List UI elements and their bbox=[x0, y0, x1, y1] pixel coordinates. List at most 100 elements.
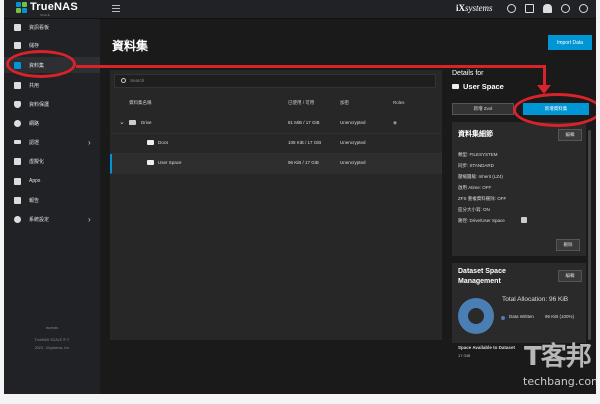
footer-version: TrueNAS SCALE ® © bbox=[34, 338, 70, 342]
footer-hostname: truenas bbox=[46, 326, 58, 330]
card-title-line1: Dataset Space bbox=[458, 268, 506, 275]
table-header: 資料集名稱 已使用 / 可用 加密 Roles bbox=[110, 98, 442, 110]
truenas-logo-icon bbox=[16, 2, 27, 13]
delete-button[interactable]: 刪除 bbox=[556, 239, 580, 251]
sidebar-item-label: 儲存 bbox=[29, 42, 40, 49]
column-header-roles[interactable]: Roles bbox=[393, 100, 405, 105]
folder-icon bbox=[147, 140, 154, 145]
copy-icon[interactable] bbox=[521, 217, 527, 223]
edit-button[interactable]: 編輯 bbox=[558, 129, 582, 141]
chevron-down-icon[interactable]: ⌄ bbox=[119, 118, 125, 126]
sidebar-item-reports[interactable]: 報告 bbox=[4, 192, 100, 208]
techbang-watermark: T客邦 bbox=[524, 342, 592, 372]
settings-icon[interactable] bbox=[561, 4, 570, 13]
key-icon bbox=[14, 140, 21, 144]
card-title: 資料集細節 bbox=[458, 131, 493, 138]
sidebar-item-apps[interactable]: Apps bbox=[4, 173, 100, 189]
sidebar-item-system-settings[interactable]: 系統設定 › bbox=[4, 211, 100, 227]
detail-case: 區分大小寫: ON bbox=[458, 207, 490, 212]
shares-icon bbox=[14, 81, 21, 89]
dataset-name: Docs bbox=[158, 140, 169, 145]
truecommand-icon[interactable] bbox=[507, 4, 516, 13]
detail-atime: 啟用 Atime: OFF bbox=[458, 185, 492, 190]
detail-path: 路徑: Drive/User Space bbox=[458, 218, 505, 223]
table-row[interactable]: User Space 96 KiB / 17 GiB Unencrypted bbox=[110, 154, 442, 174]
annotation-arrow-down bbox=[543, 65, 546, 87]
total-allocation: Total Allocation: 96 KiB bbox=[502, 296, 569, 303]
sidebar-item-label: 網路 bbox=[29, 120, 40, 127]
column-header-used[interactable]: 已使用 / 可用 bbox=[288, 100, 314, 106]
chevron-right-icon: › bbox=[88, 214, 91, 224]
sidebar-item-shares[interactable]: 共用 bbox=[4, 77, 100, 93]
power-icon[interactable] bbox=[579, 4, 588, 13]
sidebar-item-label: 報告 bbox=[29, 197, 40, 204]
top-icons bbox=[507, 4, 588, 13]
brand-sub: SCALE bbox=[40, 13, 50, 17]
sidebar-item-network[interactable]: 網路 bbox=[4, 115, 100, 131]
details-dataset-name: User Space bbox=[452, 82, 504, 91]
sidebar-item-credentials[interactable]: 認證 › bbox=[4, 134, 100, 150]
page-title: 資料集 bbox=[112, 39, 149, 53]
dataset-name: User Space bbox=[158, 160, 182, 165]
detail-type: 類型: FILESYSTEM bbox=[458, 152, 498, 157]
jobs-icon[interactable] bbox=[525, 4, 534, 13]
reports-icon bbox=[14, 196, 21, 204]
table-row[interactable]: ⌄ Drive 81 MiB / 17 GiB Unencrypted ◉ bbox=[110, 114, 442, 134]
annotation-arrow-line bbox=[76, 65, 546, 68]
annotation-ellipse-button bbox=[513, 93, 596, 127]
dataset-encryption: Unencrypted bbox=[340, 160, 366, 165]
sidebar-item-label: 虛擬化 bbox=[29, 158, 45, 165]
sidebar-item-label: 認證 bbox=[29, 139, 40, 146]
column-header-encryption[interactable]: 加密 bbox=[340, 100, 349, 106]
column-header-name[interactable]: 資料集名稱 bbox=[129, 100, 152, 106]
bell-icon[interactable] bbox=[543, 4, 552, 13]
sidebar-item-label: 資料保護 bbox=[29, 101, 50, 108]
monitor-icon bbox=[14, 157, 21, 165]
import-data-button[interactable]: Import Data bbox=[548, 35, 592, 50]
storage-icon bbox=[14, 41, 21, 49]
card-title-line2: Management bbox=[458, 278, 501, 285]
truenas-logo[interactable]: TrueNAS bbox=[16, 2, 78, 13]
details-scrollbar[interactable] bbox=[588, 130, 591, 340]
dataset-encryption: Unencrypted bbox=[340, 120, 366, 125]
share-role-icon: ◉ bbox=[393, 120, 397, 125]
dataset-used: 81 MiB / 17 GiB bbox=[288, 120, 320, 125]
dataset-used: 108 KiB / 17 GiB bbox=[288, 140, 322, 145]
space-available-label: Space Available to Dataset bbox=[458, 345, 515, 350]
detail-dedup: ZFS 重複資料刪除: OFF bbox=[458, 196, 507, 201]
legend-label: Data Written bbox=[509, 314, 534, 319]
sidebar-item-data-protection[interactable]: 資料保護 bbox=[4, 96, 100, 112]
dataset-used: 96 KiB / 17 GiB bbox=[288, 160, 319, 165]
dataset-details-card: 資料集細節 編輯 類型: FILESYSTEM 同步: STANDARD 壓縮層… bbox=[452, 122, 586, 256]
annotation-ellipse-sidebar bbox=[6, 50, 76, 78]
folder-icon bbox=[147, 160, 154, 165]
add-zvol-button[interactable]: 新增 Zvol bbox=[452, 103, 514, 115]
search-placeholder: Search bbox=[130, 78, 145, 83]
space-available-value: 17 GiB bbox=[458, 353, 471, 358]
hamburger-menu-icon[interactable] bbox=[112, 5, 120, 13]
sidebar-item-label: 資訊看板 bbox=[29, 24, 50, 31]
sidebar-item-dashboard[interactable]: 資訊看板 bbox=[4, 19, 100, 35]
search-icon bbox=[121, 78, 126, 83]
sidebar-item-label: 系統設定 bbox=[29, 216, 50, 223]
folder-icon bbox=[452, 84, 459, 89]
edit-button[interactable]: 編輯 bbox=[558, 270, 582, 282]
footer-copyright: 2023 - iXsystems, Inc bbox=[34, 346, 70, 350]
sidebar-item-label: 共用 bbox=[29, 82, 40, 89]
dataset-encryption: Unencrypted bbox=[340, 140, 366, 145]
space-donut-chart bbox=[458, 298, 494, 334]
network-icon bbox=[14, 119, 21, 127]
app-window: TrueNAS SCALE iXsystems 資訊看板 儲存 資料集 共用 資… bbox=[4, 0, 596, 394]
search-input[interactable]: Search bbox=[114, 74, 436, 88]
ixsystems-logo: iXsystems bbox=[456, 3, 493, 13]
shield-icon bbox=[14, 100, 21, 108]
techbang-watermark-url: techbang.com bbox=[523, 375, 596, 388]
gear-icon bbox=[14, 215, 21, 223]
chevron-right-icon: › bbox=[88, 137, 91, 147]
table-row[interactable]: Docs 108 KiB / 17 GiB Unencrypted bbox=[110, 134, 442, 154]
sidebar-item-virtualization[interactable]: 虛擬化 bbox=[4, 153, 100, 169]
sidebar-item-label: Apps bbox=[29, 178, 41, 184]
details-dataset-label: User Space bbox=[463, 82, 504, 91]
detail-sync: 同步: STANDARD bbox=[458, 163, 494, 168]
detail-compression: 壓縮層級: Inherit (LZ4) bbox=[458, 174, 504, 179]
